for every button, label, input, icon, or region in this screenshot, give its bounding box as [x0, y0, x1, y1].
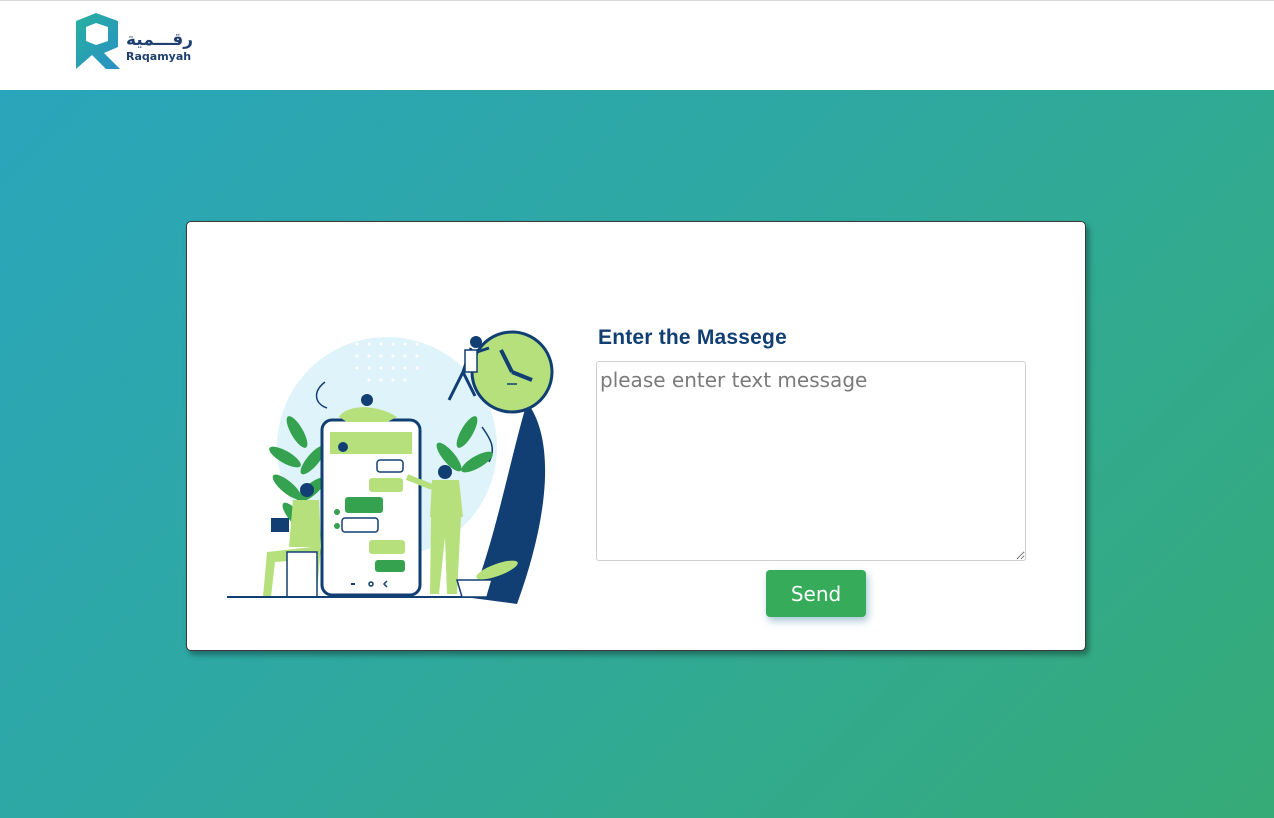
message-card: Enter the Massege Send [186, 221, 1086, 651]
top-navbar: رقـــمية Raqamyah [0, 0, 1274, 90]
raqamyah-logo-icon [76, 13, 120, 69]
raqamyah-logo[interactable]: رقـــمية Raqamyah [74, 13, 194, 73]
logo-latin-text: Raqamyah [126, 50, 192, 63]
logo-arabic-text: رقـــمية [126, 30, 193, 50]
send-button[interactable]: Send [766, 570, 866, 617]
chat-illustration [227, 330, 554, 604]
message-label: Enter the Massege [598, 326, 787, 349]
message-textarea[interactable] [596, 361, 1026, 561]
